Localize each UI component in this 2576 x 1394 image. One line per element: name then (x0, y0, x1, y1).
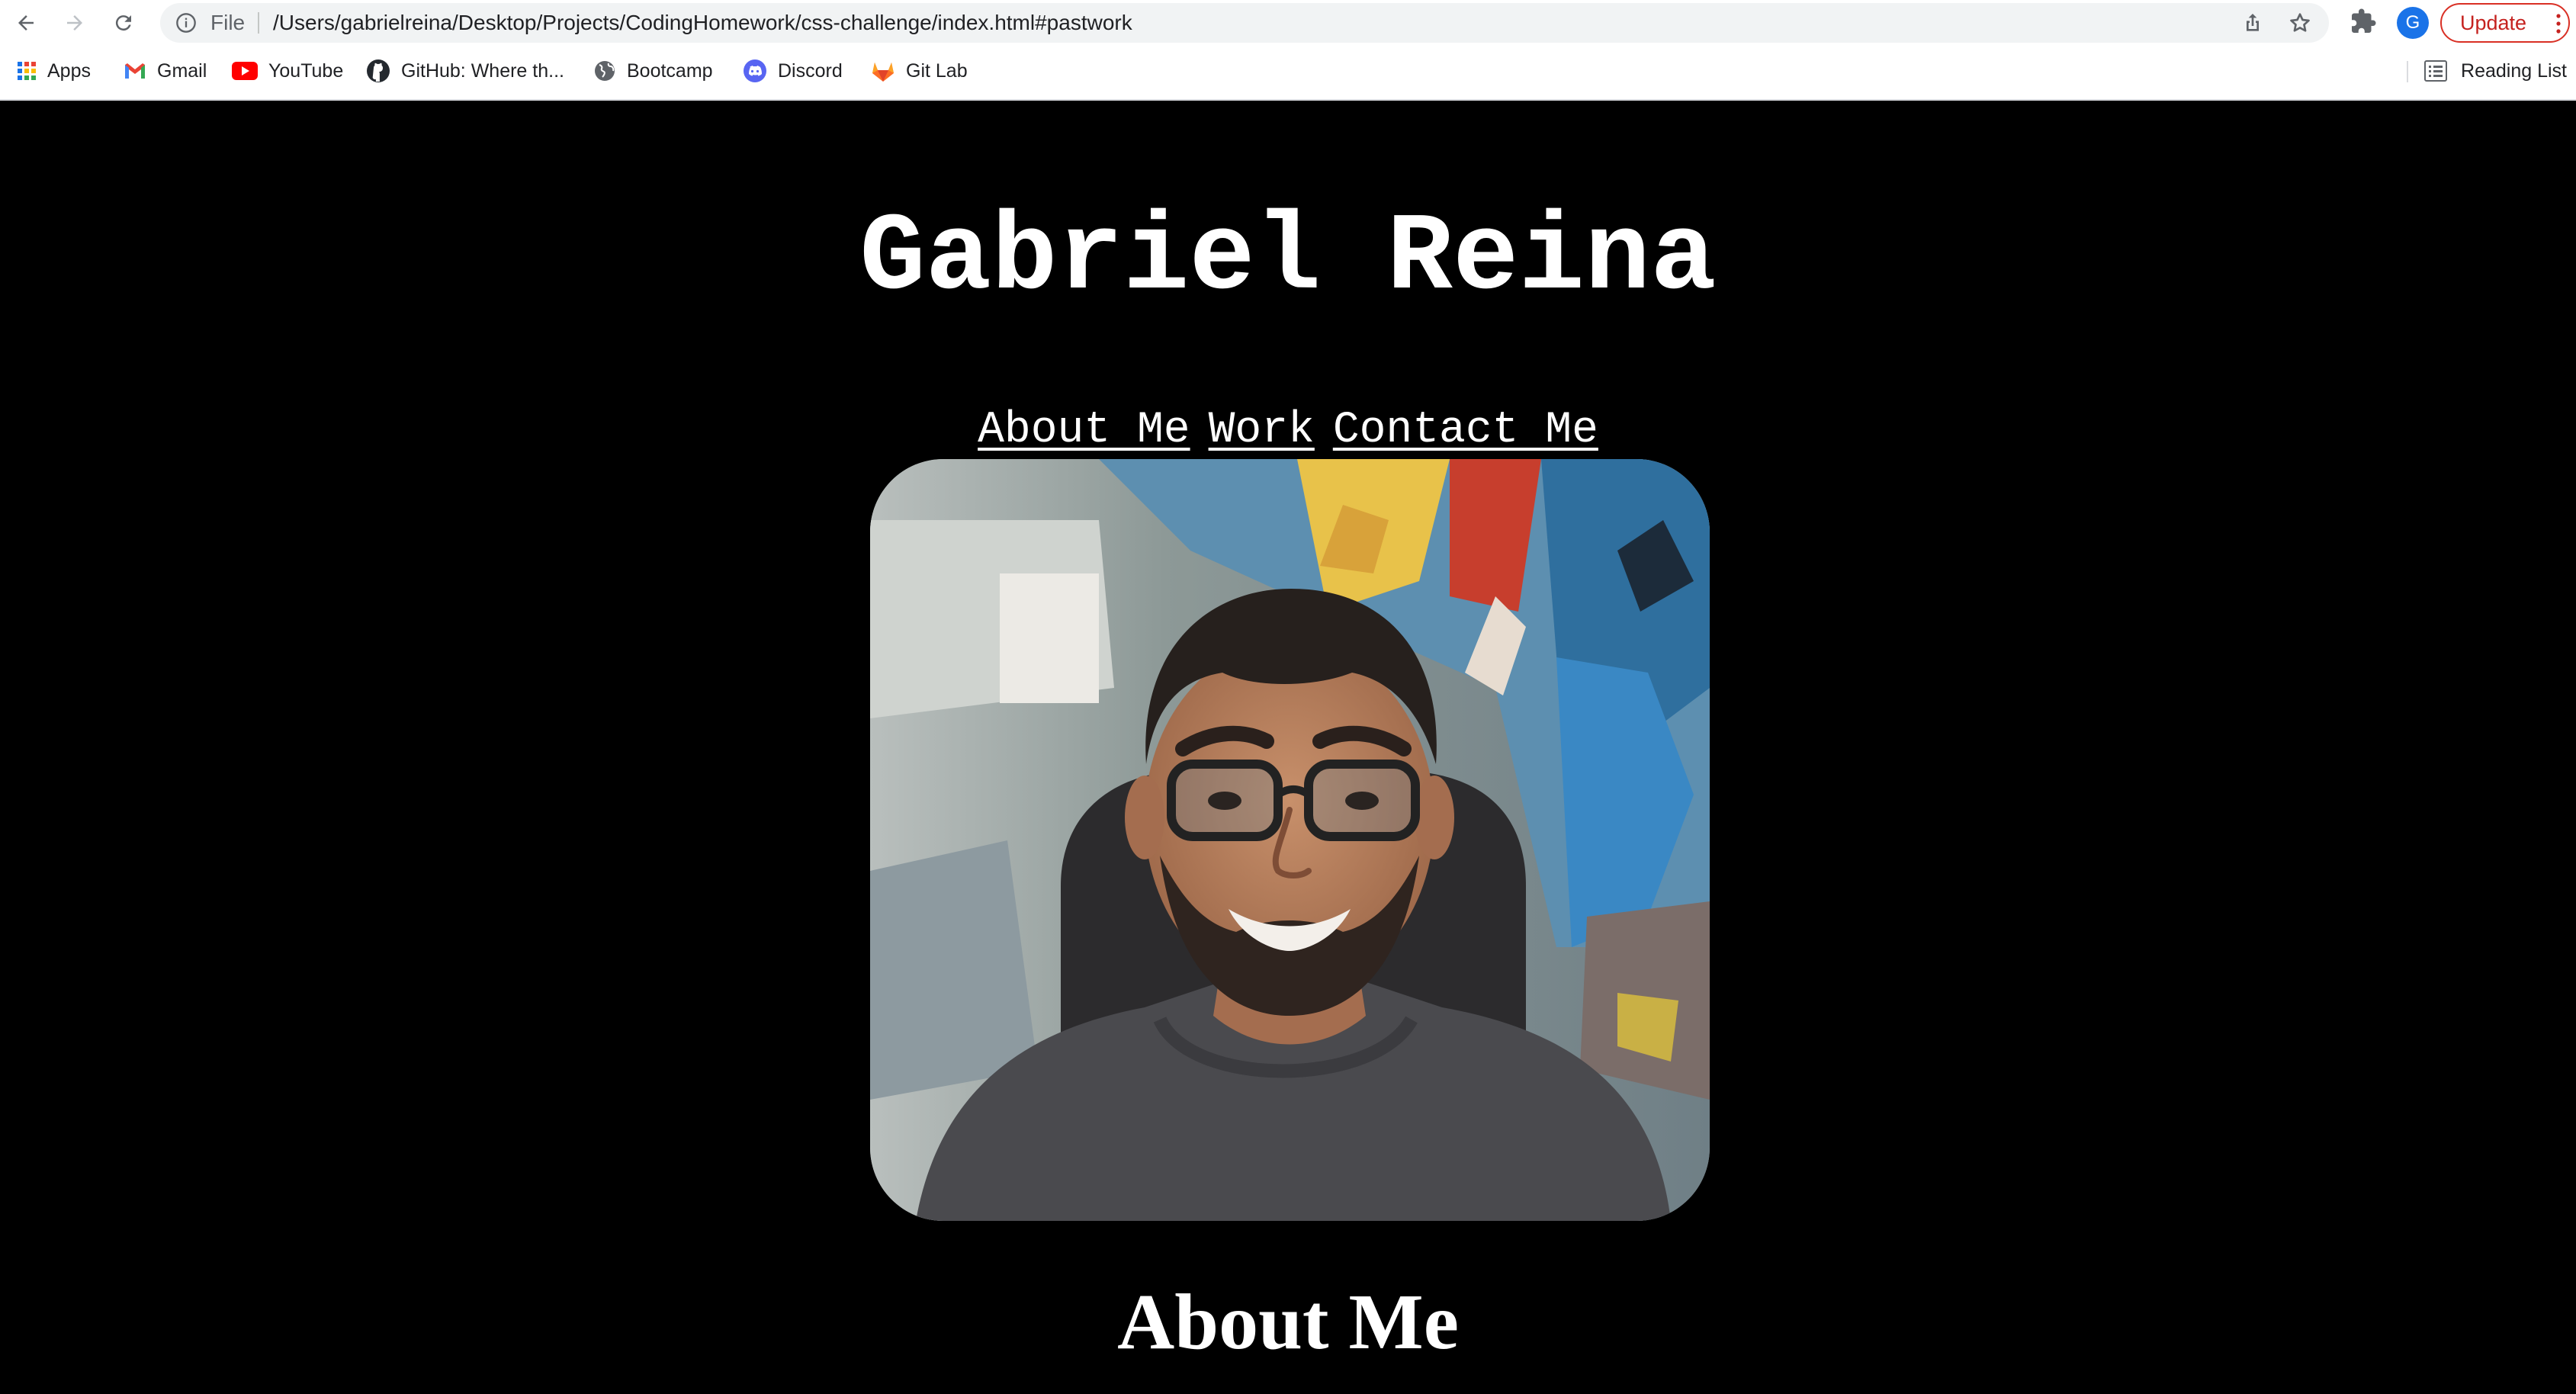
more-menu-icon (2556, 14, 2561, 34)
forward-arrow-icon (67, 15, 82, 31)
omnibox-separator (258, 12, 259, 34)
bookmark-label: Apps (47, 59, 91, 82)
youtube-icon (232, 62, 258, 80)
bookmark-apps[interactable]: Apps (17, 52, 91, 90)
bookmark-github[interactable]: GitHub: Where th... (366, 52, 564, 90)
bookmark-youtube[interactable]: YouTube (232, 52, 343, 90)
bookmark-label: Gmail (157, 59, 207, 82)
bookmarks-bar: Apps Gmail YouTube GitHub: Where th... B… (0, 52, 2576, 90)
bookmark-bootcamp[interactable]: Bootcamp (593, 52, 713, 90)
profile-avatar[interactable]: G (2397, 7, 2429, 39)
back-button[interactable] (9, 6, 43, 40)
browser-toolbar: File /Users/gabrielreina/Desktop/Project… (0, 0, 2576, 46)
about-me-heading: About Me (1117, 1278, 1459, 1366)
site-title: Gabriel Reina (859, 197, 1717, 321)
bookmark-discord[interactable]: Discord (743, 52, 843, 90)
reading-list-icon (2424, 60, 2448, 82)
nav-link-about-me[interactable]: About Me (978, 406, 1190, 455)
back-arrow-icon (18, 15, 34, 31)
bookmark-label: YouTube (268, 59, 344, 82)
bookmark-gmail[interactable]: Gmail (124, 52, 207, 90)
nav-link-work[interactable]: Work (1209, 406, 1315, 455)
forward-button[interactable] (58, 6, 92, 40)
reload-icon (115, 15, 131, 31)
apps-grid-icon (18, 62, 36, 80)
bookmark-label: Discord (778, 59, 843, 82)
reading-list-button[interactable]: Reading List (2424, 52, 2567, 90)
url-text[interactable]: /Users/gabrielreina/Desktop/Projects/Cod… (273, 3, 1132, 43)
bookmark-gitlab[interactable]: Git Lab (871, 52, 968, 90)
address-bar[interactable]: File /Users/gabrielreina/Desktop/Project… (160, 3, 2329, 43)
info-icon[interactable] (175, 12, 197, 34)
bookmark-star-icon[interactable] (2288, 11, 2312, 35)
update-button[interactable]: Update (2440, 3, 2570, 43)
profile-photo (870, 459, 1710, 1221)
discord-icon (744, 59, 766, 82)
scheme-label: File (210, 11, 246, 34)
browser-chrome: File /Users/gabrielreina/Desktop/Project… (0, 0, 2576, 101)
globe-icon (595, 61, 615, 81)
github-icon (367, 59, 390, 82)
profile-photo-illustration (870, 459, 1710, 1221)
update-label: Update (2460, 11, 2527, 34)
gmail-icon (125, 63, 145, 79)
reload-button[interactable] (107, 6, 140, 40)
bookmark-label: Git Lab (906, 59, 968, 82)
gitlab-icon (872, 63, 894, 82)
site-nav: About Me Work Contact Me (0, 404, 2576, 458)
extensions-puzzle-icon[interactable] (2350, 8, 2377, 35)
bookmark-label: GitHub: Where th... (401, 59, 564, 82)
bookmarks-divider (2407, 61, 2408, 82)
reading-list-label: Reading List (2461, 59, 2567, 82)
share-icon[interactable] (2240, 11, 2265, 35)
page-content: Gabriel Reina About Me Work Contact Me A… (0, 101, 2576, 1394)
bookmark-label: Bootcamp (627, 59, 713, 82)
nav-link-contact-me[interactable]: Contact Me (1333, 406, 1598, 455)
